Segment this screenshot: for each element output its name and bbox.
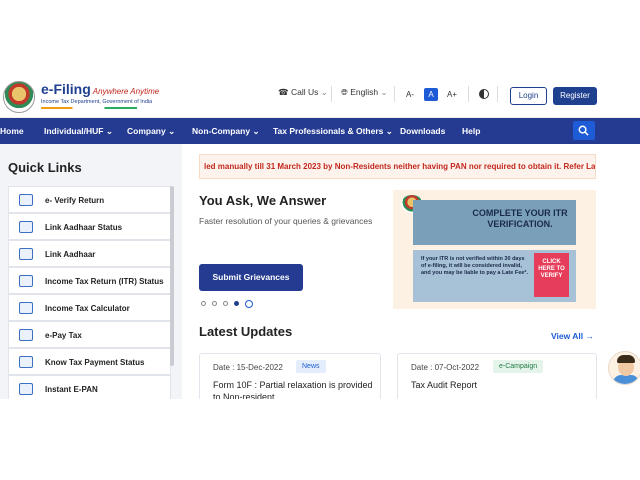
- news-ticker[interactable]: led manually till 31 March 2023 by Non-R…: [199, 154, 596, 179]
- quick-link-e-pay-tax[interactable]: e-Pay Tax: [8, 321, 171, 348]
- phone-icon: ☎: [278, 87, 289, 97]
- chevron-down-icon: ⌄: [252, 126, 260, 136]
- quick-link-link-aadhaar[interactable]: Link Aadhaar: [8, 240, 171, 267]
- chevron-down-icon: ⌄: [385, 126, 393, 136]
- payment-status-icon: [19, 356, 33, 368]
- nav-downloads[interactable]: Downloads: [400, 126, 445, 136]
- logo-title: e-Filing Anywhere Anytime: [41, 81, 160, 97]
- quick-links-list: e- Verify Return Link Aadhaar Status Lin…: [8, 186, 171, 399]
- ask-section-title: You Ask, We Answer: [199, 193, 327, 208]
- update-title: Form 10F : Partial relaxation is provide…: [213, 380, 373, 399]
- banner-heading: COMPLETE YOUR ITR VERIFICATION.: [472, 208, 568, 229]
- tricolor-line: [41, 107, 137, 109]
- quick-link-itr-status[interactable]: Income Tax Return (ITR) Status: [8, 267, 171, 294]
- chatbot-avatar[interactable]: [608, 351, 640, 385]
- quick-link-payment-status[interactable]: Know Tax Payment Status: [8, 348, 171, 375]
- language-dropdown[interactable]: 🌐︎ English ⌄: [341, 87, 388, 98]
- quick-links-title: Quick Links: [8, 160, 82, 175]
- quick-links-panel: Quick Links e- Verify Return Link Aadhaa…: [0, 144, 182, 399]
- font-decrease-button[interactable]: A-: [403, 88, 417, 101]
- id-card-icon: [19, 221, 33, 233]
- chevron-down-icon: ⌄: [320, 87, 328, 97]
- quick-links-scrollbar[interactable]: [170, 186, 174, 366]
- banner-text: If your ITR is not verified within 30 da…: [421, 256, 528, 276]
- contrast-toggle-icon[interactable]: [479, 89, 489, 99]
- pan-card-icon: [19, 383, 33, 395]
- nav-help[interactable]: Help: [462, 126, 480, 136]
- logo-tagline: Anywhere Anytime: [92, 87, 160, 96]
- nav-individual-huf[interactable]: Individual/HUF ⌄: [44, 126, 113, 137]
- chevron-down-icon: ⌄: [168, 126, 176, 136]
- submit-grievances-button[interactable]: Submit Grievances: [199, 264, 303, 291]
- login-button[interactable]: Login: [510, 87, 547, 105]
- font-increase-button[interactable]: A+: [445, 88, 459, 101]
- browser-viewport: e-Filing Anywhere Anytime Income Tax Depa…: [0, 73, 640, 399]
- quick-link-instant-e-pan[interactable]: Instant E-PAN: [8, 375, 171, 399]
- font-normal-button[interactable]: A: [424, 88, 438, 101]
- search-button[interactable]: [573, 121, 595, 140]
- quick-link-aadhaar-status[interactable]: Link Aadhaar Status: [8, 213, 171, 240]
- carousel-dot[interactable]: [201, 301, 206, 306]
- view-all-link[interactable]: View All →: [551, 331, 594, 341]
- banner-card: If your ITR is not verified within 30 da…: [413, 250, 576, 302]
- banner-heading-box: COMPLETE YOUR ITR VERIFICATION.: [413, 200, 576, 245]
- update-card[interactable]: Date : 15-Dec-2022 News Form 10F : Parti…: [199, 353, 381, 399]
- quick-link-e-verify-return[interactable]: e- Verify Return: [8, 186, 171, 213]
- site-header: e-Filing Anywhere Anytime Income Tax Depa…: [0, 73, 640, 118]
- ask-section-subtitle: Faster resolution of your queries & grie…: [199, 216, 373, 226]
- id-card-icon: [19, 248, 33, 260]
- nav-non-company[interactable]: Non-Company ⌄: [192, 126, 260, 137]
- divider: [468, 86, 469, 102]
- nav-tax-professionals[interactable]: Tax Professionals & Others ⌄: [273, 126, 393, 137]
- update-title: Tax Audit Report: [411, 380, 478, 390]
- logo-subtitle: Income Tax Department, Government of Ind…: [41, 99, 153, 105]
- call-us-dropdown[interactable]: ☎ Call Us ⌄: [278, 87, 328, 98]
- update-badge: e-Campaign: [493, 360, 544, 373]
- click-here-to-verify-button[interactable]: CLICK HERE TO VERIFY: [534, 253, 569, 297]
- carousel-dot[interactable]: [212, 301, 217, 306]
- carousel-dot-active[interactable]: [234, 301, 239, 306]
- quick-link-tax-calculator[interactable]: Income Tax Calculator: [8, 294, 171, 321]
- search-icon: [578, 125, 589, 136]
- verify-icon: [19, 194, 33, 206]
- divider: [394, 86, 395, 102]
- payment-icon: [19, 329, 33, 341]
- update-date: Date : 07-Oct-2022: [411, 363, 480, 372]
- itr-verification-banner[interactable]: COMPLETE YOUR ITR VERIFICATION. If your …: [393, 190, 596, 309]
- document-icon: [19, 275, 33, 287]
- nav-home[interactable]: Home: [0, 126, 24, 136]
- chevron-down-icon: ⌄: [380, 87, 388, 97]
- chevron-down-icon: ⌄: [105, 126, 113, 136]
- arrow-right-icon: →: [585, 331, 595, 341]
- national-emblem-icon: [3, 81, 35, 113]
- efiling-logo[interactable]: e-Filing Anywhere Anytime Income Tax Depa…: [3, 81, 159, 113]
- nav-company[interactable]: Company ⌄: [127, 126, 175, 137]
- carousel-dot[interactable]: [223, 301, 228, 306]
- update-date: Date : 15-Dec-2022: [213, 363, 283, 372]
- main-nav: Home Individual/HUF ⌄ Company ⌄ Non-Comp…: [0, 118, 640, 144]
- calculator-icon: [19, 302, 33, 314]
- register-button[interactable]: Register: [553, 87, 597, 105]
- divider: [497, 86, 498, 102]
- divider: [331, 86, 332, 102]
- latest-updates-title: Latest Updates: [199, 324, 293, 339]
- carousel-pause-icon[interactable]: [245, 299, 253, 308]
- ticker-text: led manually till 31 March 2023 by Non-R…: [204, 162, 596, 171]
- globe-icon: 🌐︎: [341, 87, 348, 97]
- update-badge: News: [296, 360, 326, 373]
- update-card[interactable]: Date : 07-Oct-2022 e-Campaign Tax Audit …: [397, 353, 597, 399]
